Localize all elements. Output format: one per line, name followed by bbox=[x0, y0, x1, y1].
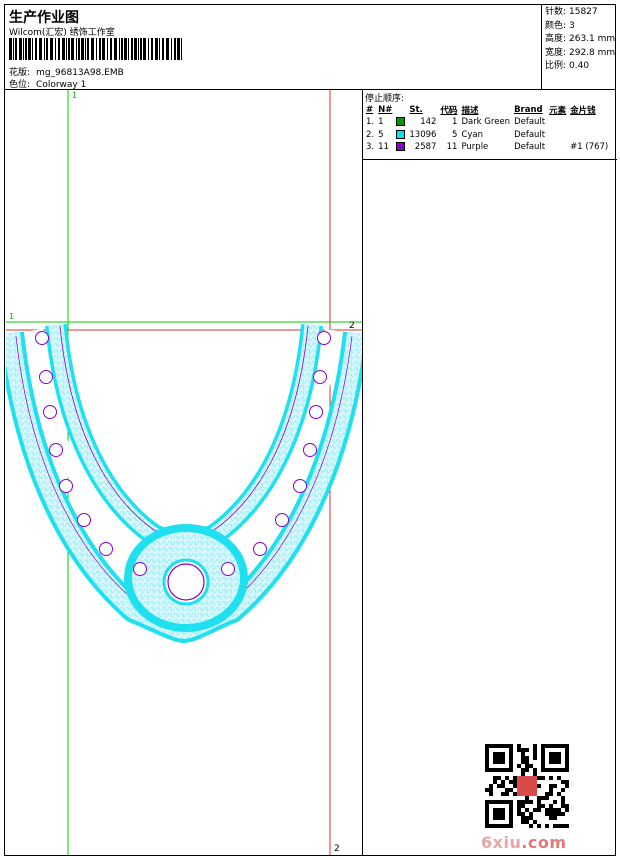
row-brand: Default bbox=[514, 129, 546, 140]
stats-block: 针数: 15827 颜色: 3 高度: 263.1 mm 宽度: 292.8 mm 比例… bbox=[545, 6, 615, 74]
row-index: 1. bbox=[366, 117, 375, 128]
jewel-dot bbox=[43, 405, 57, 419]
row-desc: Dark Green bbox=[461, 117, 511, 128]
jewel-dot bbox=[221, 562, 235, 576]
col-needle: N# bbox=[378, 104, 393, 115]
jewel-dot bbox=[313, 370, 327, 384]
col-index: # bbox=[366, 104, 374, 115]
row-element bbox=[547, 116, 568, 129]
jewel-dot bbox=[253, 542, 267, 556]
stop-row: 2. 5 13096 5 Cyan Default bbox=[364, 129, 610, 142]
col-code: 代码 bbox=[440, 105, 458, 116]
guide-label-v1: 1 bbox=[72, 91, 77, 100]
row-element bbox=[547, 141, 568, 154]
row-needle: 11 bbox=[378, 142, 389, 153]
embroidery-preview: 1 1 2 2 bbox=[6, 90, 362, 855]
stop-row: 1. 1 142 1 Dark Green Default bbox=[364, 116, 610, 129]
jewel-dot bbox=[39, 370, 53, 384]
jewel-dot bbox=[49, 443, 63, 457]
panel-divider bbox=[362, 89, 363, 855]
col-desc: 描述 bbox=[461, 105, 479, 116]
row-element bbox=[547, 129, 568, 142]
color-swatch bbox=[396, 117, 406, 127]
guide-label-v2: 2 bbox=[334, 844, 340, 854]
sheet-title: 生产作业图 bbox=[9, 10, 79, 26]
jewel-dot bbox=[275, 513, 289, 527]
jewel-dot bbox=[293, 479, 307, 493]
col-stitches: St. bbox=[409, 104, 423, 115]
stat-stitches: 针数: 15827 bbox=[545, 7, 598, 17]
row-brand: Default bbox=[514, 142, 546, 153]
row-swatch bbox=[394, 129, 407, 142]
guide-label-h2: 2 bbox=[349, 321, 355, 331]
stop-row: 3. 11 2587 11 Purple Default #1 (767) bbox=[364, 141, 610, 154]
guide-label-h1: 1 bbox=[9, 312, 14, 321]
row-code: 5 bbox=[452, 129, 458, 140]
jewel-dot bbox=[77, 513, 91, 527]
row-stitches: 2587 bbox=[414, 142, 437, 153]
jewel-dot bbox=[303, 443, 317, 457]
row-needle: 1 bbox=[378, 117, 384, 128]
row-desc: Cyan bbox=[461, 129, 483, 140]
stat-colors: 颜色: 3 bbox=[545, 20, 575, 31]
row-code: 1 bbox=[452, 117, 458, 128]
jewel-dot bbox=[317, 331, 331, 345]
stop-table-bottom-rule bbox=[363, 159, 617, 160]
row-brand: Default bbox=[514, 117, 546, 128]
col-swatch bbox=[394, 103, 407, 116]
qr-seal-icon bbox=[517, 776, 537, 796]
row-code: 11 bbox=[446, 142, 458, 153]
row-sequin bbox=[568, 116, 610, 129]
jewel-dot bbox=[35, 331, 49, 345]
stop-table-header: # N# St. 代码 描述 Brand 元素 金片钱 bbox=[364, 103, 610, 116]
row-desc: Purple bbox=[461, 142, 489, 153]
row-index: 3. bbox=[366, 142, 375, 153]
stat-width: 宽度: 292.8 mm bbox=[545, 47, 616, 58]
row-stitches: 142 bbox=[420, 117, 437, 128]
row-sequin bbox=[568, 129, 610, 142]
stat-height: 高度: 263.1 mm bbox=[545, 34, 616, 44]
studio-name: Wilcom(汇宏) 绣饰工作室 bbox=[9, 28, 115, 38]
color-swatch bbox=[396, 142, 406, 152]
row-swatch bbox=[394, 141, 407, 154]
stats-divider bbox=[541, 5, 542, 89]
row-stitches: 13096 bbox=[409, 129, 437, 140]
jewel-dot bbox=[59, 479, 73, 493]
stop-sequence-table: # N# St. 代码 描述 Brand 元素 金片钱 1. 1 142 1 Dark … bbox=[364, 103, 610, 154]
col-sequin: 金片钱 bbox=[570, 105, 596, 116]
production-sheet-frame: 生产作业图 Wilcom(汇宏) 绣饰工作室 花版: mg_96813A98.EM… bbox=[4, 4, 617, 856]
row-needle: 5 bbox=[378, 129, 384, 140]
col-brand: Brand bbox=[514, 104, 543, 115]
jewel-dot bbox=[309, 405, 323, 419]
color-swatch bbox=[396, 129, 406, 139]
stat-scale: 比例: 0.40 bbox=[545, 61, 590, 71]
barcode bbox=[9, 38, 182, 60]
row-index: 2. bbox=[366, 129, 375, 140]
jewel-dot bbox=[133, 562, 147, 576]
row-swatch bbox=[394, 116, 407, 129]
jewel-dot bbox=[99, 542, 113, 556]
row-sequin: #1 (767) bbox=[570, 142, 609, 153]
col-element: 元素 bbox=[549, 105, 567, 116]
qr-code bbox=[485, 744, 569, 828]
watermark-site: 6xiu.com bbox=[481, 833, 567, 852]
